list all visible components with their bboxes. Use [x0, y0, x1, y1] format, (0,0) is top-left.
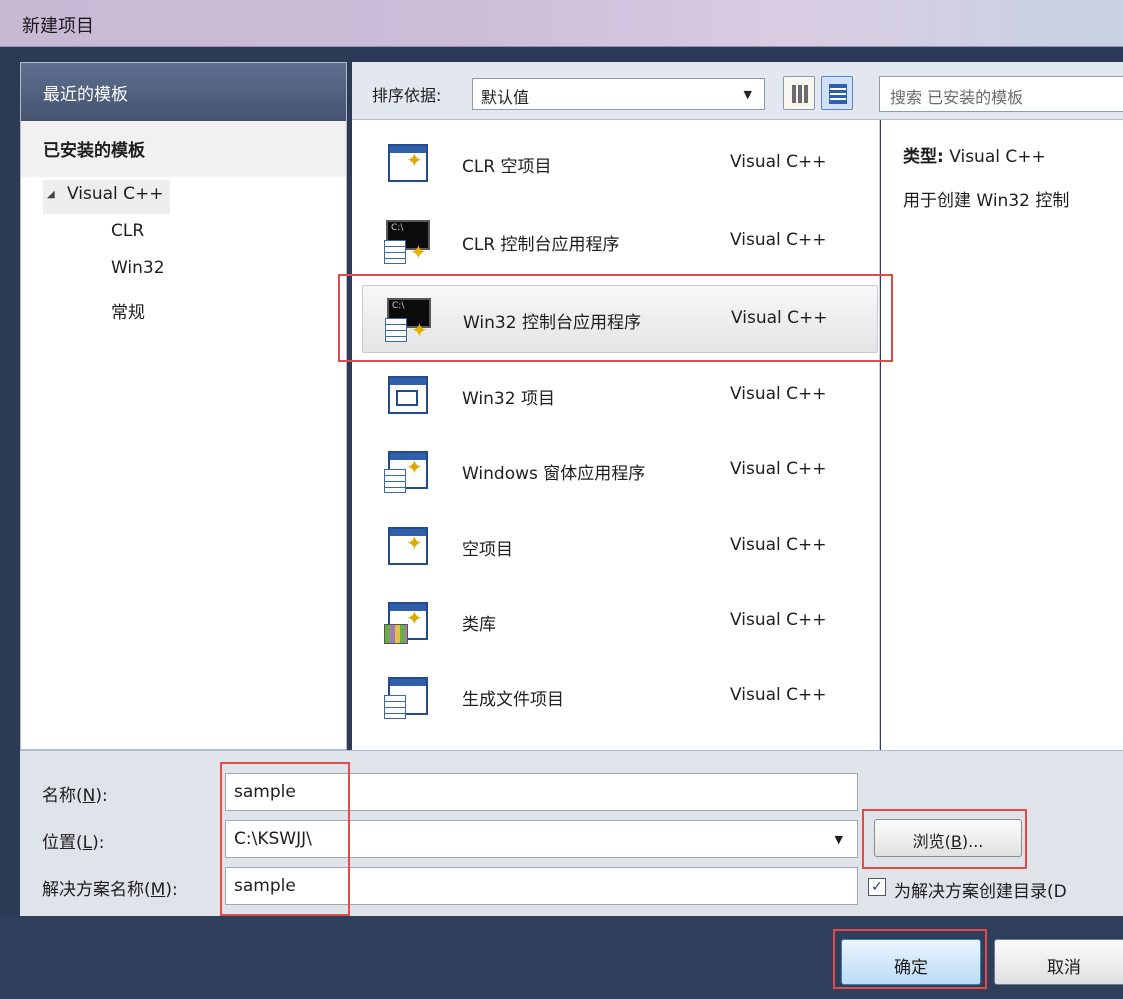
small-icons-view-button[interactable] — [783, 76, 815, 110]
solution-name-input[interactable]: sample — [225, 867, 858, 905]
empty-project-icon: ✦ — [382, 523, 432, 569]
name-label: 名称(N): — [42, 786, 108, 806]
template-name: 空项目 — [462, 540, 513, 560]
template-item-win32-project[interactable]: Win32 项目 Visual C++ — [362, 362, 878, 430]
window-title: 新建项目 — [22, 16, 94, 37]
template-item-makefile-project[interactable]: 生成文件项目 Visual C++ — [362, 663, 878, 731]
list-view-icon — [829, 84, 847, 104]
cancel-button[interactable]: 取消 — [994, 939, 1123, 985]
template-name: 类库 — [462, 615, 496, 635]
template-item-clr-console[interactable]: C:\ ✦ CLR 控制台应用程序 Visual C++ — [362, 208, 878, 276]
browse-button[interactable]: 浏览(B)... — [874, 819, 1022, 857]
template-item-class-library[interactable]: ✦ 类库 Visual C++ — [362, 588, 878, 656]
search-templates-input[interactable]: 搜索 已安装的模板 — [879, 76, 1123, 112]
template-list: ✦ CLR 空项目 Visual C++ C:\ ✦ CLR 控制台应用程序 Vi… — [352, 120, 880, 750]
template-description: 用于创建 Win32 控制 — [903, 191, 1070, 211]
sort-by-label: 排序依据: — [372, 86, 442, 105]
template-name: CLR 控制台应用程序 — [462, 235, 620, 255]
template-language: Visual C++ — [730, 459, 827, 479]
location-label: 位置(L): — [42, 833, 105, 853]
location-combobox[interactable]: C:\KSWJJ\ ▼ — [225, 820, 858, 858]
template-item-empty-project[interactable]: ✦ 空项目 Visual C++ — [362, 513, 878, 581]
title-bar[interactable]: 新建项目 — [0, 0, 1123, 47]
makefile-project-icon — [382, 673, 432, 719]
location-value: C:\KSWJJ\ — [234, 829, 312, 849]
template-language: Visual C++ — [730, 230, 827, 250]
template-name: CLR 空项目 — [462, 157, 552, 177]
sort-by-dropdown[interactable]: 默认值 ▼ — [472, 78, 765, 110]
ok-button[interactable]: 确定 — [841, 939, 981, 985]
win32-project-icon — [382, 372, 432, 418]
expand-triangle-icon[interactable]: ◢ — [47, 189, 67, 200]
type-value: Visual C++ — [949, 147, 1046, 167]
template-toolbar: 排序依据: 默认值 ▼ 搜索 已安装的模板 — [352, 62, 1123, 120]
class-library-icon: ✦ — [382, 598, 432, 644]
template-language: Visual C++ — [731, 308, 828, 328]
create-directory-label[interactable]: 为解决方案创建目录(D — [894, 877, 1067, 902]
template-language: Visual C++ — [730, 152, 827, 172]
tree-item-win32[interactable]: Win32 — [111, 258, 165, 278]
template-name: Win32 控制台应用程序 — [463, 313, 641, 333]
tree-item-label: Visual C++ — [67, 184, 164, 204]
dropdown-arrow-icon[interactable]: ▼ — [835, 833, 843, 846]
name-input[interactable]: sample — [225, 773, 858, 811]
template-name: Win32 项目 — [462, 389, 555, 409]
template-name: Windows 窗体应用程序 — [462, 464, 646, 484]
type-label: 类型: — [903, 147, 944, 167]
windows-forms-icon: ✦ — [382, 447, 432, 493]
template-category-pane: 最近的模板 已安装的模板 ◢ Visual C++ CLR Win32 常规 — [20, 62, 347, 750]
template-item-win32-console[interactable]: C:\ ✦ Win32 控制台应用程序 Visual C++ — [362, 285, 878, 353]
details-view-button[interactable] — [821, 76, 853, 110]
tree-item-clr[interactable]: CLR — [111, 221, 144, 241]
template-language: Visual C++ — [730, 384, 827, 404]
grid-view-icon — [792, 85, 808, 103]
project-settings-form: 名称(N): sample 位置(L): C:\KSWJJ\ ▼ 浏览(B)..… — [20, 750, 1123, 916]
sort-by-value: 默认值 — [481, 88, 530, 107]
console-app-icon: C:\ ✦ — [382, 218, 432, 264]
tree-item-visual-cpp[interactable]: ◢ Visual C++ — [43, 180, 170, 214]
template-description-pane: 类型: Visual C++ 用于创建 Win32 控制 — [881, 120, 1123, 750]
console-app-icon: C:\ ✦ — [383, 296, 433, 342]
new-project-dialog: 新建项目 最近的模板 已安装的模板 ◢ Visual C++ CLR Win32 … — [0, 0, 1123, 999]
tree-item-general[interactable]: 常规 — [111, 298, 145, 323]
template-name: 生成文件项目 — [462, 690, 564, 710]
dialog-footer: 确定 取消 — [0, 916, 1123, 999]
installed-templates-header[interactable]: 已安装的模板 — [21, 121, 346, 177]
recent-templates-header[interactable]: 最近的模板 — [21, 63, 346, 121]
solution-name-label: 解决方案名称(M): — [42, 880, 178, 900]
template-language: Visual C++ — [730, 685, 827, 705]
dropdown-arrow-icon: ▼ — [743, 88, 752, 101]
template-language: Visual C++ — [730, 610, 827, 630]
template-item-clr-empty[interactable]: ✦ CLR 空项目 Visual C++ — [362, 130, 878, 198]
empty-project-icon: ✦ — [382, 140, 432, 186]
template-item-windows-forms[interactable]: ✦ Windows 窗体应用程序 Visual C++ — [362, 437, 878, 505]
template-language: Visual C++ — [730, 535, 827, 555]
template-type: 类型: Visual C++ — [903, 142, 1046, 167]
create-directory-checkbox[interactable]: ✓ — [868, 878, 886, 896]
